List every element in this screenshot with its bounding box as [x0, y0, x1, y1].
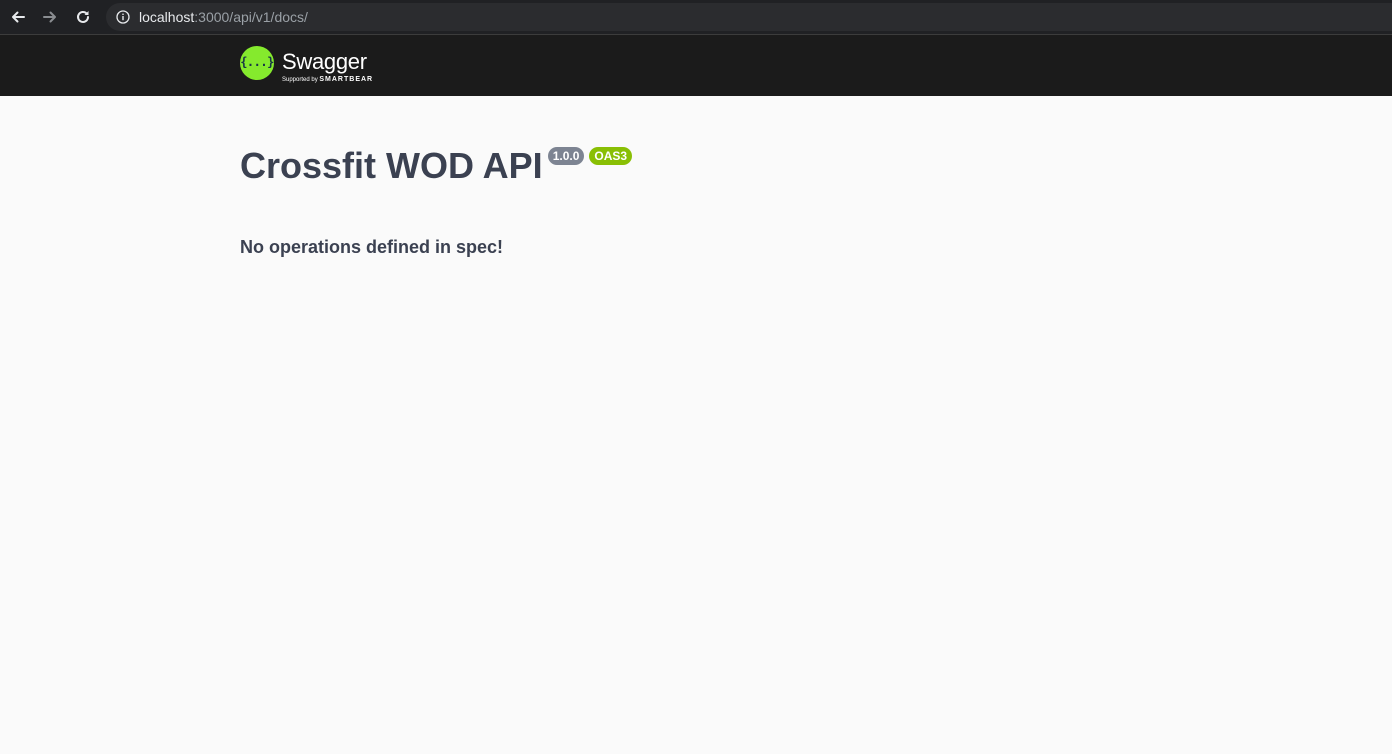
info-icon[interactable] — [116, 10, 130, 24]
swagger-topbar: {...} Swagger Supported by SMARTBEAR — [0, 35, 1392, 96]
oas-badge: OAS3 — [589, 147, 633, 165]
url-host: localhost — [139, 9, 195, 25]
url-text[interactable]: localhost:3000/api/v1/docs/ — [139, 9, 308, 25]
browser-toolbar: localhost:3000/api/v1/docs/ — [0, 0, 1392, 35]
reload-icon — [77, 10, 89, 23]
swagger-logo-word: Swagger — [282, 49, 367, 74]
url-path: :3000/api/v1/docs/ — [194, 9, 308, 25]
back-button[interactable] — [7, 6, 29, 28]
logo-brand: SMARTBEAR — [319, 76, 374, 83]
api-title: Crossfit WOD API — [240, 145, 543, 186]
arrow-left-icon — [12, 11, 25, 23]
swagger-logo[interactable]: {...} Swagger Supported by SMARTBEAR — [240, 45, 390, 87]
api-info: Crossfit WOD API 1.0.0 OAS3 — [240, 140, 633, 192]
address-bar[interactable]: localhost:3000/api/v1/docs/ — [106, 3, 1392, 31]
page-title: Crossfit WOD API 1.0.0 OAS3 — [240, 140, 633, 192]
reload-button[interactable] — [72, 6, 94, 28]
swagger-logo-subtitle: Supported by SMARTBEAR — [282, 76, 373, 84]
swagger-logo-icon: {...} — [240, 46, 274, 80]
version-badge: 1.0.0 — [547, 147, 585, 165]
arrow-right-icon — [43, 11, 56, 23]
swagger-logo-glyph: {...} — [240, 55, 274, 69]
forward-button[interactable] — [39, 6, 61, 28]
no-operations-message: No operations defined in spec! — [240, 237, 504, 257]
logo-supported-by: Supported by — [282, 77, 318, 83]
